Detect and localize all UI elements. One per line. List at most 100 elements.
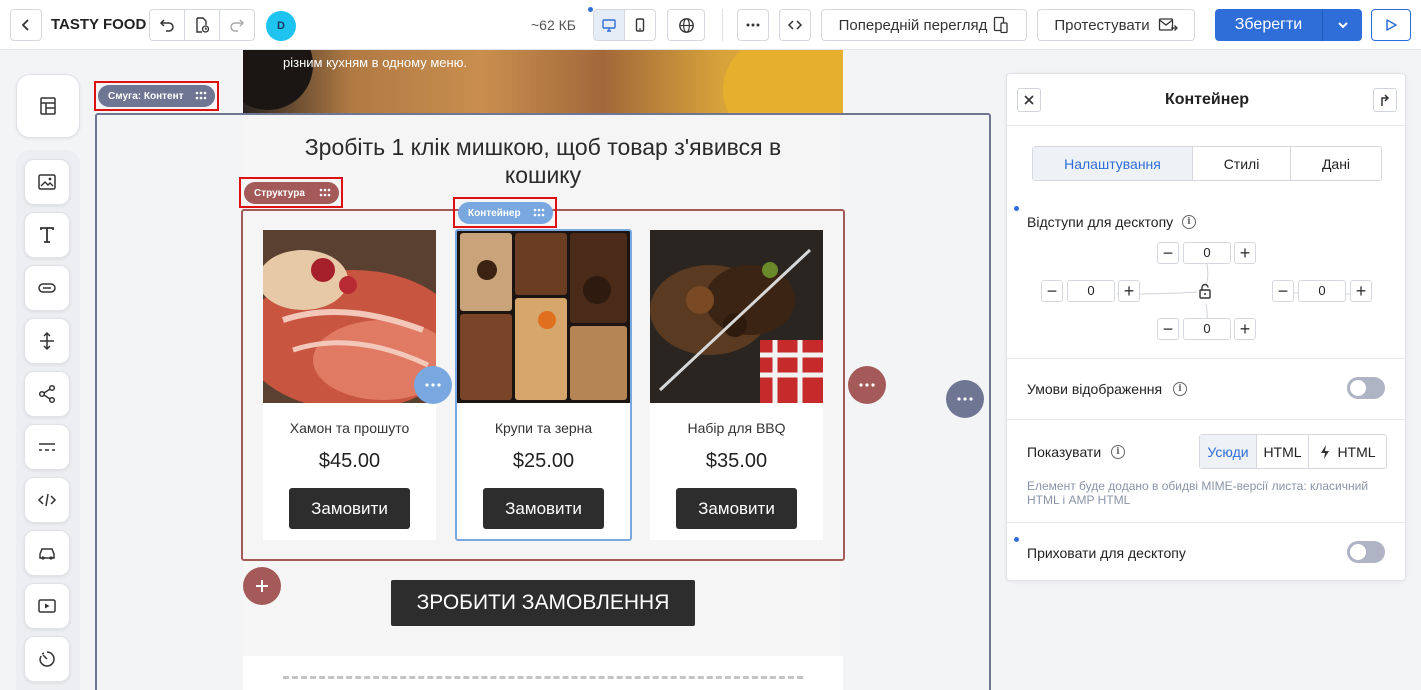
changed-indicator (1014, 537, 1019, 542)
car-icon (39, 548, 55, 560)
tool-html[interactable] (24, 477, 70, 523)
hide-desktop-toggle[interactable] (1347, 541, 1385, 563)
desktop-view-button[interactable] (593, 9, 625, 41)
display-conditions-label: Умови відображення (1027, 381, 1163, 397)
toolbar-divider (722, 9, 723, 41)
tool-video[interactable] (24, 583, 70, 629)
redo-icon (230, 19, 245, 32)
tool-spacer[interactable] (24, 318, 70, 364)
padding-top-increase[interactable]: + (1234, 242, 1256, 264)
video-icon (38, 599, 56, 613)
padding-right-increase[interactable]: + (1350, 280, 1372, 302)
avatar[interactable]: D (266, 11, 296, 41)
code-view-button[interactable] (779, 9, 811, 41)
save-button[interactable]: Зберегти (1215, 9, 1322, 41)
tool-social[interactable] (24, 371, 70, 417)
info-icon[interactable]: i (1111, 445, 1125, 459)
run-button[interactable] (1371, 9, 1411, 41)
tool-menu[interactable] (24, 530, 70, 576)
tab-settings[interactable]: Налаштування (1033, 147, 1193, 180)
panel-tabs: Налаштування Стилі Дані (1032, 146, 1382, 181)
layout-blocks-icon (40, 97, 56, 115)
timer-icon (39, 651, 55, 667)
html-code-icon (37, 493, 57, 507)
tool-button[interactable] (24, 265, 70, 311)
tool-image[interactable] (24, 159, 70, 205)
show-on-selector: Усюди HTML HTML (1199, 434, 1387, 469)
devices-icon (994, 16, 1009, 34)
padding-left-decrease[interactable]: − (1041, 280, 1063, 302)
padding-right-input[interactable]: 0 (1298, 280, 1346, 302)
blocks-library-button[interactable] (16, 74, 80, 138)
ham-photo (263, 230, 436, 403)
hero-yellow-squash (723, 50, 843, 113)
padding-left-increase[interactable]: + (1118, 280, 1140, 302)
container-selection-frame[interactable] (455, 229, 632, 541)
show-amp-html-option[interactable]: HTML (1309, 435, 1386, 468)
unlock-icon (1199, 283, 1211, 299)
padding-bottom-input[interactable]: 0 (1183, 318, 1231, 340)
ellipsis-icon (859, 383, 875, 387)
product-price: $35.00 (705, 450, 768, 472)
plus-icon (256, 580, 268, 592)
history-button[interactable] (184, 9, 220, 41)
padding-bottom-decrease[interactable]: − (1157, 318, 1179, 340)
place-order-button[interactable]: ЗРОБИТИ ЗАМОВЛЕННЯ (391, 580, 695, 626)
display-conditions-toggle[interactable] (1347, 377, 1385, 399)
tool-timer[interactable] (24, 636, 70, 682)
save-options-button[interactable] (1323, 9, 1362, 41)
settings-panel: Контейнер Налаштування Стилі Дані Відсту… (1006, 73, 1407, 581)
ellipsis-icon (957, 397, 973, 401)
product-price: $45.00 (318, 450, 381, 472)
order-button[interactable]: Замовити (289, 488, 410, 529)
padding-right-decrease[interactable]: − (1272, 280, 1294, 302)
info-icon[interactable]: i (1173, 382, 1187, 396)
info-icon[interactable]: i (1182, 215, 1196, 229)
container-actions-button[interactable] (414, 366, 452, 404)
lock-padding-toggle[interactable] (1197, 283, 1213, 304)
email-size: ~62 КБ (531, 17, 576, 33)
product-name: Хамон та прошуто (289, 420, 410, 436)
panel-title: Контейнер (1164, 91, 1250, 108)
divider-icon (39, 443, 55, 451)
padding-left-input[interactable]: 0 (1067, 280, 1115, 302)
stripe-actions-button[interactable] (946, 380, 984, 418)
show-everywhere-option[interactable]: Усюди (1200, 435, 1257, 468)
structure-actions-button[interactable] (848, 366, 886, 404)
order-button[interactable]: Замовити (676, 488, 797, 529)
product-image-bbq (650, 230, 823, 403)
add-structure-button[interactable] (243, 567, 281, 605)
more-button[interactable] (737, 9, 769, 41)
panel-divider (1007, 419, 1407, 420)
code-icon (787, 20, 803, 30)
back-button[interactable] (10, 9, 42, 41)
tab-data[interactable]: Дані (1291, 147, 1381, 180)
padding-bottom-increase[interactable]: + (1234, 318, 1256, 340)
play-icon (1386, 19, 1397, 31)
mobile-view-button[interactable] (624, 9, 656, 41)
mobile-icon (635, 18, 645, 32)
panel-divider (1007, 125, 1407, 126)
test-label: Протестувати (1054, 16, 1150, 34)
preview-label: Попередній перегляд (838, 16, 988, 34)
tool-divider[interactable] (24, 424, 70, 470)
ellipsis-icon (746, 23, 760, 27)
tab-styles[interactable]: Стилі (1193, 147, 1291, 180)
tool-text[interactable] (24, 212, 70, 258)
preview-button[interactable]: Попередній перегляд (821, 9, 1027, 41)
undo-button[interactable] (149, 9, 185, 41)
show-html-option[interactable]: HTML (1257, 435, 1309, 468)
padding-top-input[interactable]: 0 (1183, 242, 1231, 264)
divider-block[interactable] (243, 656, 843, 690)
chevron-left-icon (21, 19, 29, 31)
redo-button[interactable] (219, 9, 255, 41)
dashed-divider (283, 676, 803, 679)
product-card[interactable]: Набір для BBQ $35.00 Замовити (650, 230, 823, 540)
panel-divider (1007, 522, 1407, 523)
select-parent-button[interactable] (1373, 88, 1397, 112)
test-button[interactable]: Протестувати (1037, 9, 1195, 41)
padding-top-decrease[interactable]: − (1157, 242, 1179, 264)
section-headline[interactable]: Зробіть 1 клік мишкою, щоб товар з'явивс… (283, 133, 803, 189)
product-card[interactable]: Хамон та прошуто $45.00 Замовити (263, 230, 436, 540)
language-button[interactable] (667, 9, 705, 41)
